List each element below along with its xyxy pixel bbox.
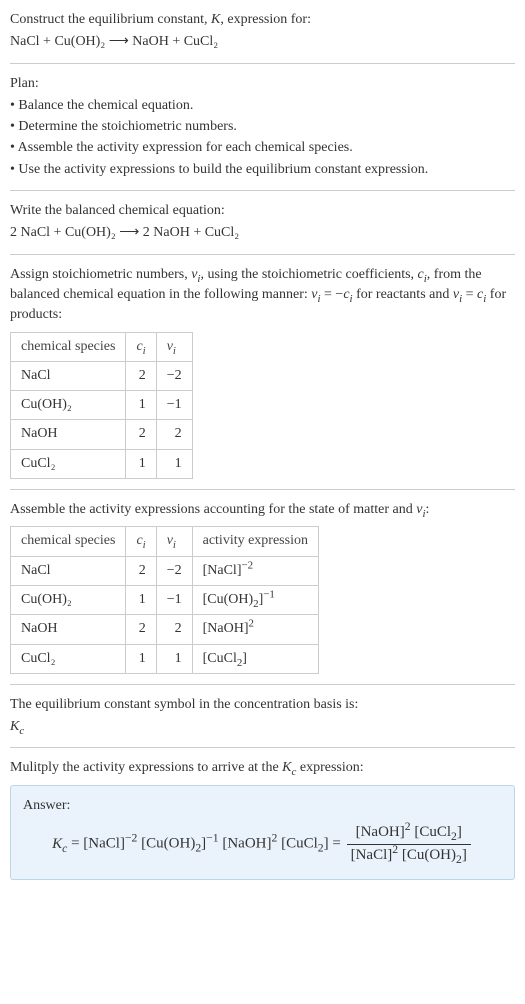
table-header-row: chemical species ci νi activity expressi… [11, 527, 319, 556]
table-header-row: chemical species ci νi [11, 332, 193, 361]
table-row: CuCl₂ 1 1 [11, 449, 193, 478]
plan-item: • Determine the stoichiometric numbers. [10, 117, 515, 137]
table-row: NaOH 2 2 [NaOH]2 [11, 615, 319, 644]
plan-heading: Plan: [10, 74, 515, 94]
divider [10, 747, 515, 748]
multiply-text-b: expression: [296, 760, 363, 775]
table-row: NaCl 2 −2 [11, 361, 193, 390]
divider [10, 489, 515, 490]
table-row: NaCl 2 −2 [NaCl]−2 [11, 556, 319, 585]
plan-item: • Use the activity expressions to build … [10, 160, 515, 180]
cell-nui: −2 [156, 361, 192, 390]
nu-eq-negc: νi = −ci [311, 287, 352, 302]
plan-item: • Assemble the activity expression for e… [10, 138, 515, 158]
answer-equation: Kc = [NaCl]−2 [Cu(OH)2]−1 [NaOH]2 [CuCl2… [23, 822, 502, 867]
kc-symbol-block: The equilibrium constant symbol in the c… [10, 695, 515, 738]
kc-symbol: Kc [10, 717, 515, 737]
answer-box: Answer: Kc = [NaCl]−2 [Cu(OH)2]−1 [NaOH]… [10, 785, 515, 880]
cell-species: CuCl₂ [11, 644, 126, 673]
table-row: Cu(OH)₂ 1 −1 [Cu(OH)2]−1 [11, 585, 319, 614]
cell-ci: 1 [126, 585, 156, 614]
table-row: NaOH 2 2 [11, 420, 193, 449]
cell-nui: 2 [156, 615, 192, 644]
divider [10, 190, 515, 191]
cell-species: NaOH [11, 615, 126, 644]
cell-species: CuCl₂ [11, 449, 126, 478]
multiply-block: Mulitply the activity expressions to arr… [10, 758, 515, 879]
stoich-paragraph: Assign stoichiometric numbers, νi, using… [10, 265, 515, 326]
activity-text-a: Assemble the activity expressions accoun… [10, 502, 416, 517]
divider [10, 684, 515, 685]
cell-ci: 2 [126, 615, 156, 644]
cell-species: Cu(OH)₂ [11, 391, 126, 420]
fraction-numerator: [NaOH]2 [CuCl2] [347, 822, 471, 844]
col-species: chemical species [11, 332, 126, 361]
col-expr: activity expression [192, 527, 318, 556]
intro-block: Construct the equilibrium constant, K, e… [10, 10, 515, 53]
activity-paragraph: Assemble the activity expressions accoun… [10, 500, 515, 520]
cell-species: Cu(OH)₂ [11, 585, 126, 614]
plan-list: • Balance the chemical equation. • Deter… [10, 96, 515, 180]
plan-block: Plan: • Balance the chemical equation. •… [10, 74, 515, 180]
cell-expr: [NaCl]−2 [192, 556, 318, 585]
balanced-equation: 2 NaCl + Cu(OH)₂ ⟶ 2 NaOH + CuCl₂ [10, 223, 515, 243]
divider [10, 63, 515, 64]
balanced-block: Write the balanced chemical equation: 2 … [10, 201, 515, 244]
answer-label: Answer: [23, 796, 502, 816]
stoich-block: Assign stoichiometric numbers, νi , using… [10, 265, 515, 479]
col-nui: νi [156, 527, 192, 556]
cell-expr: [CuCl2] [192, 644, 318, 673]
activity-block: Assemble the activity expressions accoun… [10, 500, 515, 674]
stoich-table: chemical species ci νi NaCl 2 −2 Cu(OH)₂… [10, 332, 193, 479]
cell-ci: 2 [126, 361, 156, 390]
col-ci: ci [126, 527, 156, 556]
kc-symbol-line: The equilibrium constant symbol in the c… [10, 695, 515, 715]
cell-ci: 1 [126, 391, 156, 420]
plan-item: • Balance the chemical equation. [10, 96, 515, 116]
intro-line1-pre: Construct the equilibrium constant, [10, 12, 211, 27]
cell-nui: 1 [156, 644, 192, 673]
table-row: CuCl₂ 1 1 [CuCl2] [11, 644, 319, 673]
divider [10, 254, 515, 255]
intro-equation: NaCl + Cu(OH)₂ ⟶ NaOH + CuCl₂ [10, 32, 515, 52]
nu-eq-c: νi = ci [453, 287, 486, 302]
fraction-denominator: [NaCl]2 [Cu(OH)2] [347, 844, 471, 867]
cell-species: NaCl [11, 556, 126, 585]
cell-nui: 2 [156, 420, 192, 449]
activity-text-b: : [426, 502, 430, 517]
cell-ci: 2 [126, 420, 156, 449]
cell-ci: 1 [126, 449, 156, 478]
cell-nui: −2 [156, 556, 192, 585]
intro-line1-post: , expression for: [220, 12, 311, 27]
intro-line1: Construct the equilibrium constant, K, e… [10, 10, 515, 30]
cell-expr: [Cu(OH)2]−1 [192, 585, 318, 614]
cell-expr: [NaOH]2 [192, 615, 318, 644]
cell-species: NaCl [11, 361, 126, 390]
answer-fraction: [NaOH]2 [CuCl2] [NaCl]2 [Cu(OH)2] [347, 822, 471, 867]
kc-symbol-inline: Kc [282, 760, 296, 775]
cell-nui: −1 [156, 585, 192, 614]
multiply-line: Mulitply the activity expressions to arr… [10, 758, 515, 778]
col-species: chemical species [11, 527, 126, 556]
activity-table: chemical species ci νi activity expressi… [10, 526, 319, 673]
c-i-symbol: ci [418, 267, 427, 282]
cell-nui: −1 [156, 391, 192, 420]
cell-ci: 2 [126, 556, 156, 585]
nu-i-symbol: νi [416, 502, 425, 517]
multiply-text-a: Mulitply the activity expressions to arr… [10, 760, 282, 775]
k-symbol: K [211, 12, 220, 27]
col-nui: νi [156, 332, 192, 361]
table-row: Cu(OH)₂ 1 −1 [11, 391, 193, 420]
stoich-text-a: Assign stoichiometric numbers, [10, 267, 191, 282]
cell-species: NaOH [11, 420, 126, 449]
cell-ci: 1 [126, 644, 156, 673]
balanced-heading: Write the balanced chemical equation: [10, 201, 515, 221]
stoich-text-d: for reactants and [353, 287, 453, 302]
stoich-text-b: , using the stoichiometric coefficients, [200, 267, 417, 282]
cell-nui: 1 [156, 449, 192, 478]
col-ci: ci [126, 332, 156, 361]
